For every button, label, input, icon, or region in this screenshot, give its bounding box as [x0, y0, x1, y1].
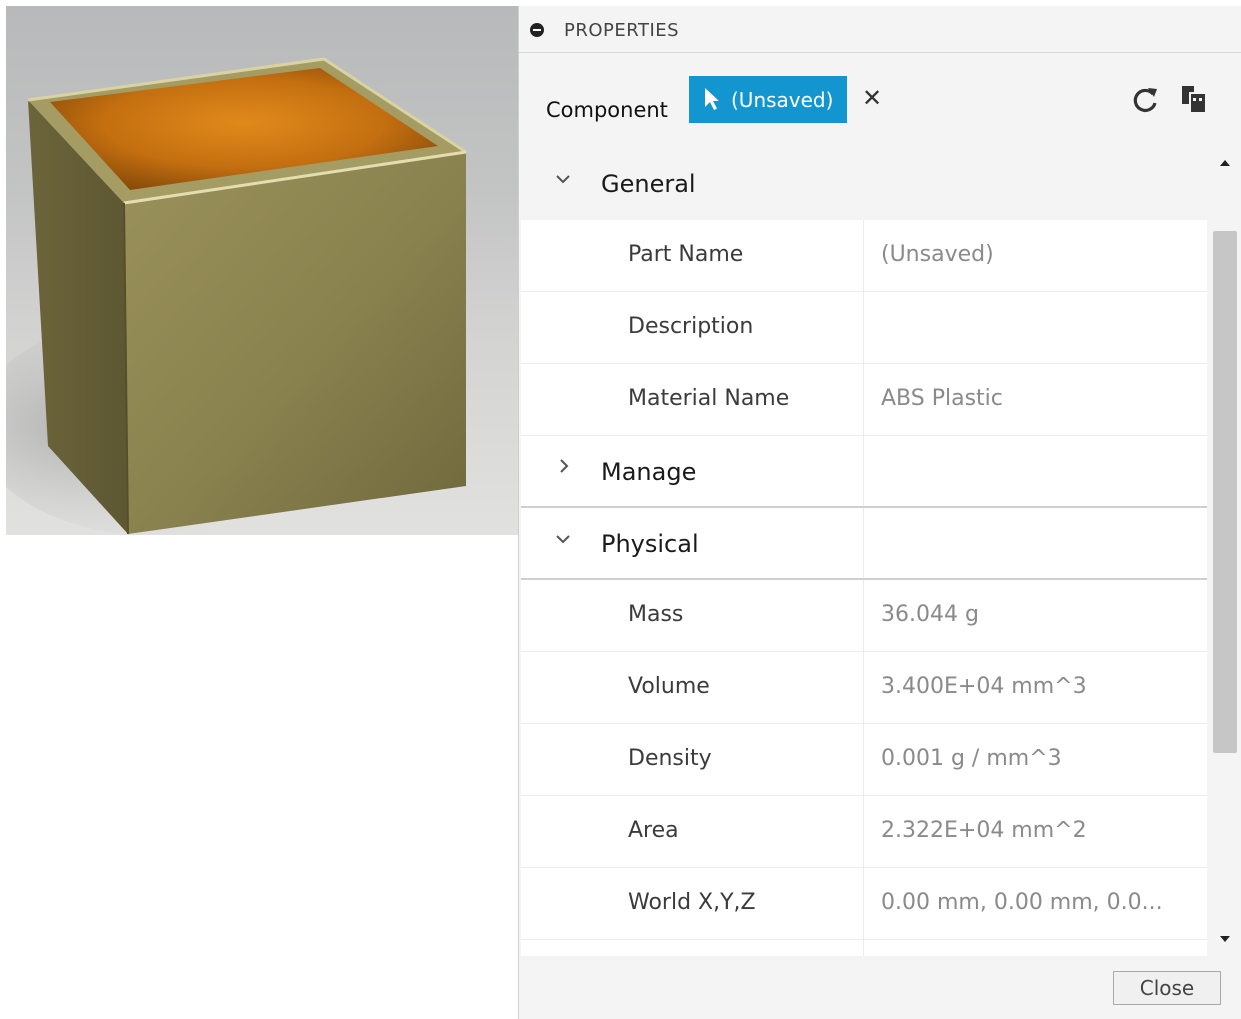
copy-icon[interactable]: [1180, 84, 1212, 116]
model-viewport[interactable]: [6, 6, 518, 535]
property-name: Material Name: [628, 386, 790, 411]
column-divider: [863, 796, 864, 867]
properties-table: General Part Name (Unsaved) Description …: [521, 148, 1207, 956]
property-value[interactable]: 36.044 g: [881, 602, 979, 627]
property-value[interactable]: 0.00 mm, 0.00 mm, 0.0...: [881, 890, 1163, 915]
property-value[interactable]: 2.322E+04 mm^2: [881, 818, 1087, 843]
property-row: Mass 36.044 g: [521, 580, 1207, 652]
property-value[interactable]: ABS Plastic: [881, 386, 1003, 411]
column-divider: [863, 220, 864, 291]
property-name: Volume: [628, 674, 710, 699]
property-row: Density 0.001 g / mm^3: [521, 724, 1207, 796]
property-name: Mass: [628, 602, 684, 627]
property-name: Density: [628, 746, 712, 771]
column-divider: [863, 436, 864, 506]
chevron-right-icon: [560, 459, 569, 473]
column-divider: [863, 292, 864, 363]
section-general[interactable]: General: [521, 148, 1207, 220]
property-row: World X,Y,Z 0.00 mm, 0.00 mm, 0.0...: [521, 868, 1207, 940]
panel-footer: Close: [519, 956, 1241, 1019]
property-row: Area 2.322E+04 mm^2: [521, 796, 1207, 868]
properties-panel: PROPERTIES Component (Unsaved) ✕ General…: [518, 6, 1241, 1019]
component-label: Component: [546, 98, 668, 122]
close-button[interactable]: Close: [1113, 971, 1221, 1005]
property-row: Part Name (Unsaved): [521, 220, 1207, 292]
scrollbar-thumb[interactable]: [1213, 231, 1237, 753]
selection-toolbar: Component (Unsaved) ✕: [519, 54, 1241, 148]
section-label: Manage: [601, 458, 697, 486]
collapse-icon[interactable]: [530, 23, 544, 37]
chevron-down-icon: [556, 175, 570, 184]
section-label: Physical: [601, 530, 699, 558]
column-divider: [863, 364, 864, 435]
scrollbar[interactable]: [1208, 148, 1241, 956]
refresh-icon[interactable]: [1131, 85, 1161, 115]
property-value[interactable]: 3.400E+04 mm^3: [881, 674, 1087, 699]
property-row: Description: [521, 292, 1207, 364]
column-divider: [863, 652, 864, 723]
property-value[interactable]: 0.001 g / mm^3: [881, 746, 1062, 771]
section-physical[interactable]: Physical: [521, 508, 1207, 580]
box-model-render: [6, 57, 467, 535]
section-manage[interactable]: Manage: [521, 436, 1207, 508]
cursor-icon: [705, 88, 719, 110]
column-divider: [863, 508, 864, 578]
property-value[interactable]: (Unsaved): [881, 242, 994, 267]
column-divider: [863, 868, 864, 939]
column-divider: [863, 940, 864, 956]
column-divider: [863, 724, 864, 795]
chevron-down-icon: [556, 535, 570, 544]
selection-label: (Unsaved): [731, 88, 834, 112]
selection-button[interactable]: (Unsaved): [689, 76, 847, 123]
panel-title: PROPERTIES: [564, 20, 680, 41]
property-name: Part Name: [628, 242, 744, 267]
property-row: Material Name ABS Plastic: [521, 364, 1207, 436]
scroll-up-icon[interactable]: [1218, 158, 1232, 168]
section-label: General: [601, 170, 696, 198]
panel-header: PROPERTIES: [519, 6, 1241, 53]
property-name: Area: [628, 818, 679, 843]
property-row: Volume 3.400E+04 mm^3: [521, 652, 1207, 724]
property-name: Description: [628, 314, 754, 339]
property-name: World X,Y,Z: [628, 890, 756, 915]
property-row-partial: [521, 940, 1207, 956]
clear-icon[interactable]: ✕: [862, 86, 882, 110]
column-divider: [863, 580, 864, 651]
scroll-down-icon[interactable]: [1218, 934, 1232, 944]
